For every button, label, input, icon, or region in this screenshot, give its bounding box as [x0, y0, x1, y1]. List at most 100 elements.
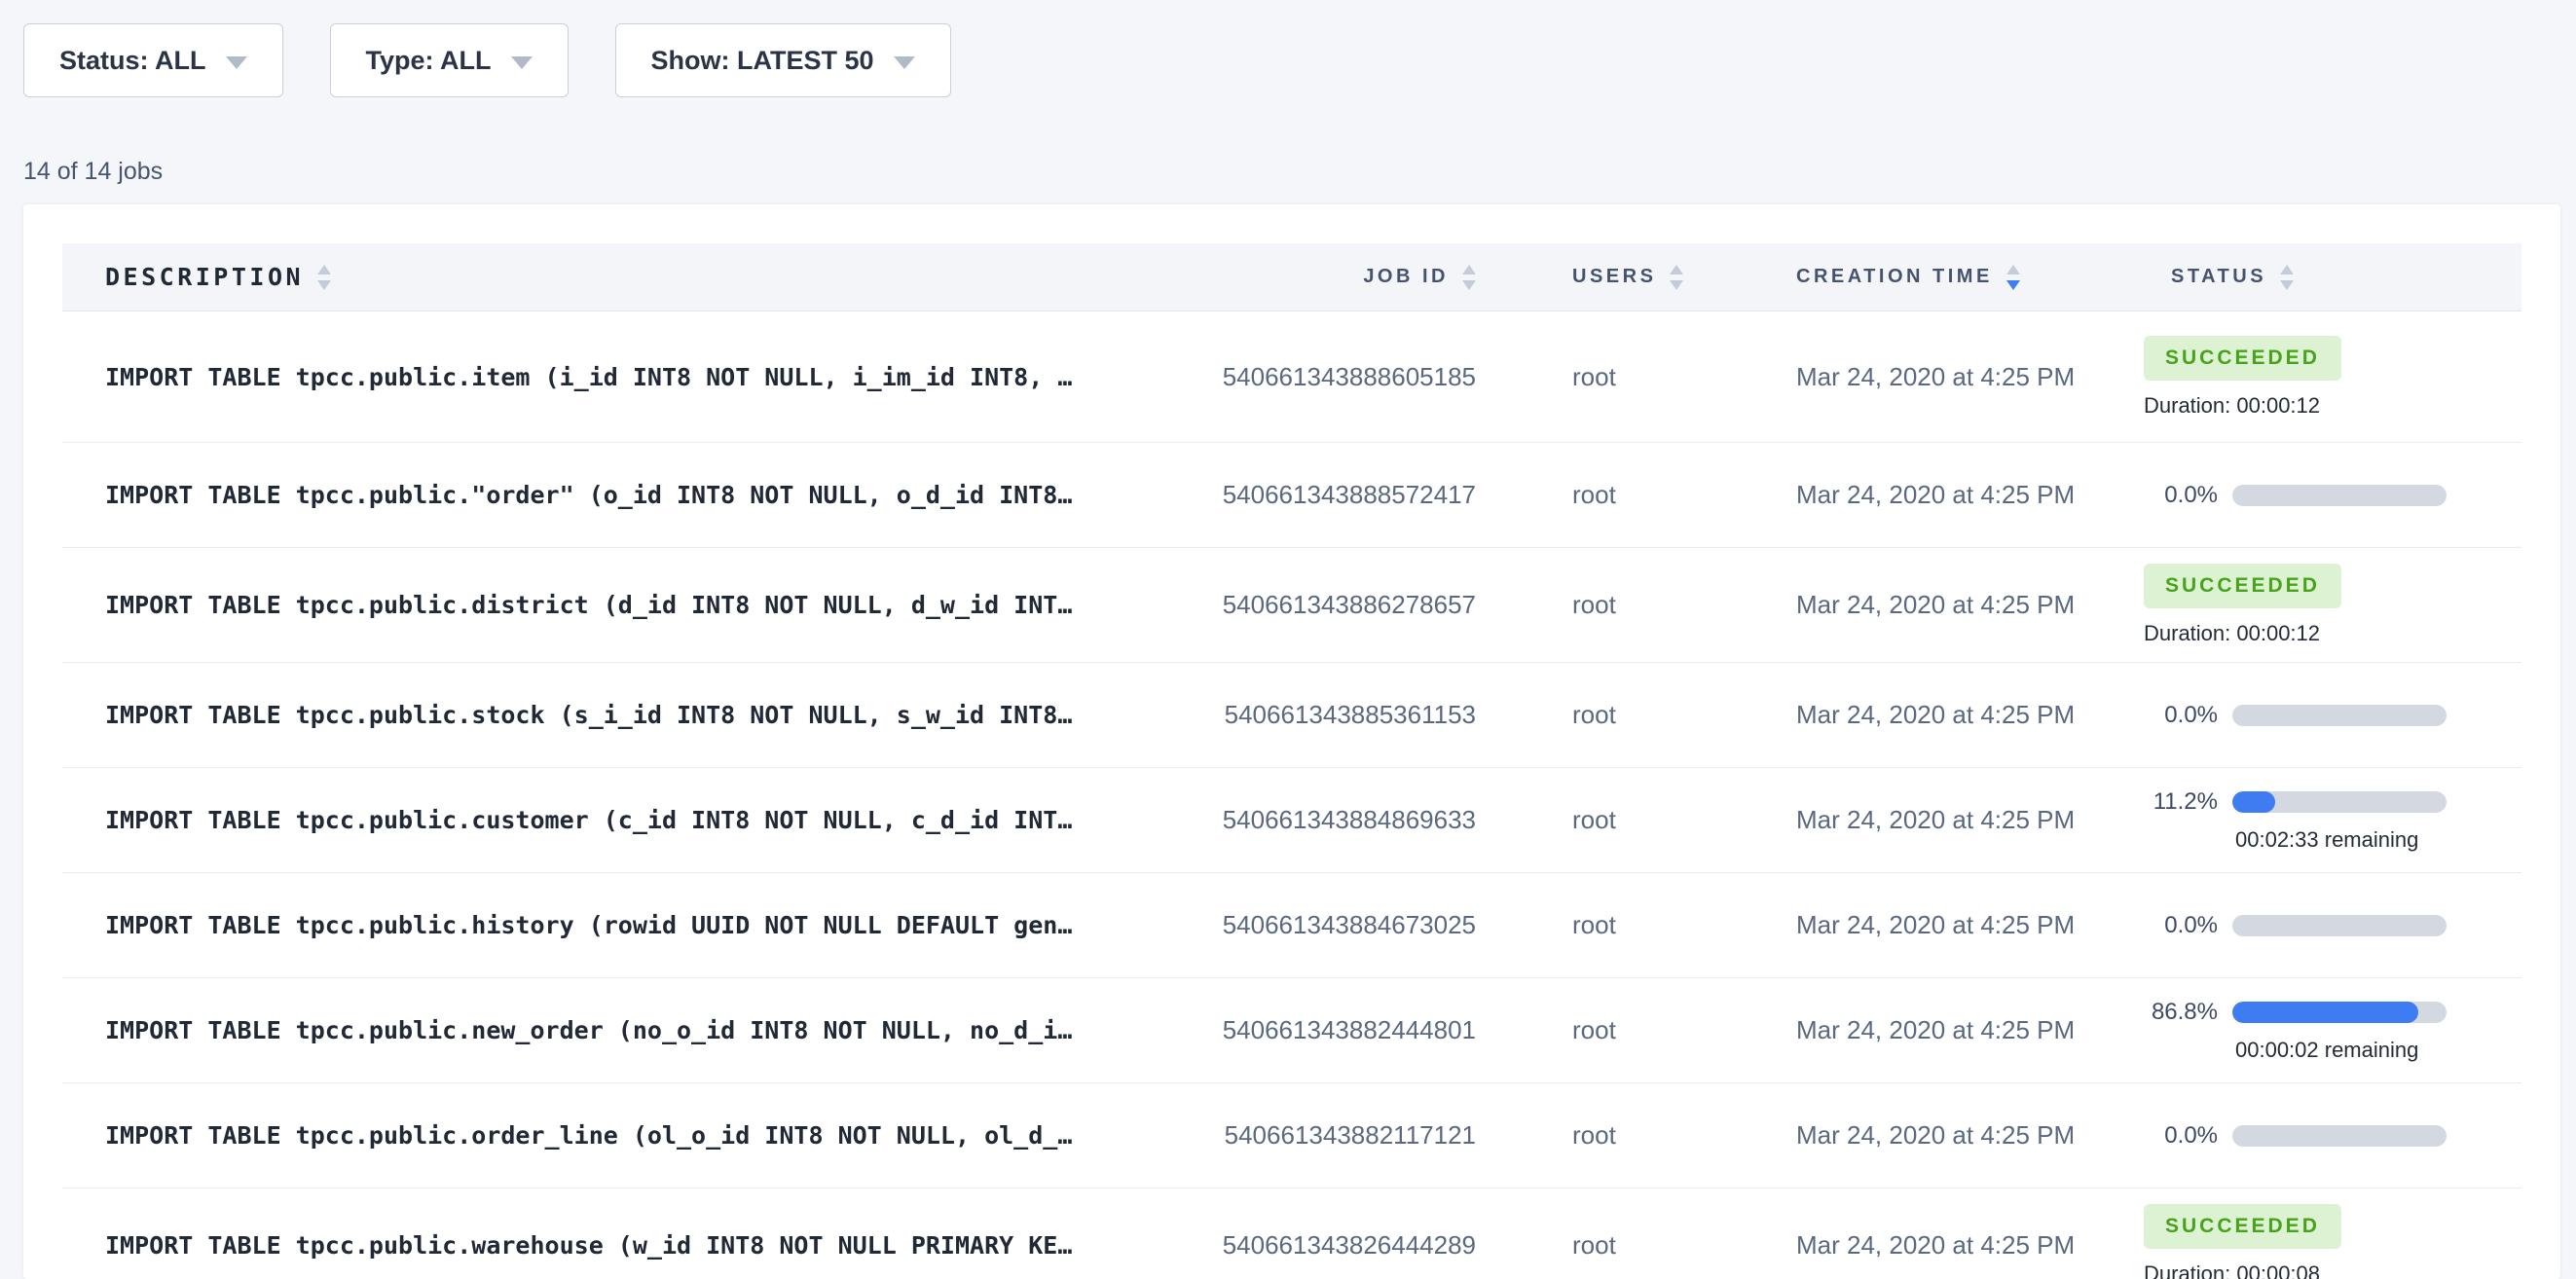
progress-bar [2232, 705, 2447, 726]
job-status: SUCCEEDED Duration: 00:00:12 [2144, 336, 2521, 419]
table-row: IMPORT TABLE tpcc.public.item (i_id INT8… [62, 311, 2521, 442]
status-filter-label: Status: ALL [59, 46, 206, 76]
job-description: IMPORT TABLE tpcc.public.order_line (ol_… [62, 1121, 1172, 1150]
job-description: IMPORT TABLE tpcc.public.customer (c_id … [62, 806, 1172, 834]
progress-percent: 11.2% [2144, 788, 2218, 816]
job-status: SUCCEEDED Duration: 00:00:12 [2144, 564, 2521, 646]
job-description: IMPORT TABLE tpcc.public.new_order (no_o… [62, 1016, 1172, 1044]
sort-icon [317, 265, 331, 290]
progress-percent: 0.0% [2144, 912, 2218, 939]
type-filter-dropdown[interactable]: Type: ALL [330, 23, 569, 97]
show-filter-label: Show: LATEST 50 [651, 46, 874, 76]
job-user: root [1476, 910, 1796, 940]
status-duration: Duration: 00:00:08 [2144, 1261, 2521, 1279]
progress-percent: 0.0% [2144, 482, 2218, 509]
column-label: JOB ID [1363, 266, 1449, 288]
job-status: 0.0% [2144, 482, 2521, 509]
chevron-down-icon [894, 56, 915, 69]
column-header-creation-time[interactable]: CREATION TIME [1796, 265, 2144, 290]
progress-percent: 86.8% [2144, 999, 2218, 1026]
job-id: 540661343882117121 [1172, 1120, 1476, 1151]
table-row: IMPORT TABLE tpcc.public.order_line (ol_… [62, 1082, 2521, 1188]
status-badge-succeeded: SUCCEEDED [2144, 336, 2341, 381]
show-filter-dropdown[interactable]: Show: LATEST 50 [615, 23, 951, 97]
progress-bar [2232, 485, 2447, 506]
status-badge-succeeded: SUCCEEDED [2144, 1204, 2341, 1249]
job-status: 11.2% 00:02:33 remaining [2144, 788, 2521, 853]
progress-time-remaining: 00:02:33 remaining [2235, 827, 2521, 853]
job-creation-time: Mar 24, 2020 at 4:25 PM [1796, 1015, 2144, 1045]
status-filter-dropdown[interactable]: Status: ALL [23, 23, 283, 97]
progress-time-remaining: 00:00:02 remaining [2235, 1038, 2521, 1063]
job-creation-time: Mar 24, 2020 at 4:25 PM [1796, 1120, 2144, 1151]
job-user: root [1476, 480, 1796, 510]
column-header-job-id[interactable]: JOB ID [1172, 265, 1476, 290]
job-status: 0.0% [2144, 702, 2521, 729]
job-description: IMPORT TABLE tpcc.public.history (rowid … [62, 911, 1172, 939]
table-row: IMPORT TABLE tpcc.public.stock (s_i_id I… [62, 662, 2521, 767]
table-row: IMPORT TABLE tpcc.public.warehouse (w_id… [62, 1188, 2521, 1279]
sort-icon [1670, 265, 1683, 290]
progress-bar [2232, 1002, 2447, 1023]
progress-bar [2232, 1125, 2447, 1147]
chevron-down-icon [226, 56, 247, 69]
job-status: 0.0% [2144, 1122, 2521, 1150]
job-user: root [1476, 1230, 1796, 1261]
status-badge-succeeded: SUCCEEDED [2144, 564, 2341, 608]
job-status: SUCCEEDED Duration: 00:00:08 [2144, 1204, 2521, 1279]
sort-icon [1462, 265, 1476, 290]
column-header-users[interactable]: USERS [1476, 265, 1796, 290]
jobs-count-summary: 14 of 14 jobs [23, 158, 163, 186]
job-description: IMPORT TABLE tpcc.public.district (d_id … [62, 591, 1172, 619]
job-creation-time: Mar 24, 2020 at 4:25 PM [1796, 480, 2144, 510]
column-label: USERS [1572, 266, 1656, 288]
job-user: root [1476, 1120, 1796, 1151]
job-creation-time: Mar 24, 2020 at 4:25 PM [1796, 590, 2144, 620]
job-user: root [1476, 700, 1796, 730]
filter-bar: Status: ALL Type: ALL Show: LATEST 50 [23, 23, 951, 97]
job-description: IMPORT TABLE tpcc.public.stock (s_i_id I… [62, 701, 1172, 729]
job-creation-time: Mar 24, 2020 at 4:25 PM [1796, 910, 2144, 940]
job-user: root [1476, 362, 1796, 392]
status-duration: Duration: 00:00:12 [2144, 393, 2521, 419]
progress-bar [2232, 791, 2447, 813]
job-status: 86.8% 00:00:02 remaining [2144, 999, 2521, 1063]
job-creation-time: Mar 24, 2020 at 4:25 PM [1796, 1230, 2144, 1261]
progress-percent: 0.0% [2144, 702, 2218, 729]
table-row: IMPORT TABLE tpcc.public.customer (c_id … [62, 767, 2521, 872]
jobs-page: Status: ALL Type: ALL Show: LATEST 50 14… [0, 0, 2576, 1279]
column-header-status[interactable]: STATUS [2144, 265, 2521, 290]
jobs-table-card: DESCRIPTION JOB ID USERS CREATION TIME S… [23, 204, 2560, 1279]
sort-icon [2280, 265, 2294, 290]
job-description: IMPORT TABLE tpcc.public.warehouse (w_id… [62, 1231, 1172, 1260]
job-description: IMPORT TABLE tpcc.public."order" (o_id I… [62, 481, 1172, 509]
progress-percent: 0.0% [2144, 1122, 2218, 1150]
job-id: 540661343826444289 [1172, 1230, 1476, 1261]
job-user: root [1476, 590, 1796, 620]
chevron-down-icon [511, 56, 533, 69]
job-creation-time: Mar 24, 2020 at 4:25 PM [1796, 362, 2144, 392]
job-id: 540661343884673025 [1172, 910, 1476, 940]
job-creation-time: Mar 24, 2020 at 4:25 PM [1796, 700, 2144, 730]
status-duration: Duration: 00:00:12 [2144, 621, 2521, 646]
column-label: STATUS [2171, 266, 2266, 288]
job-description: IMPORT TABLE tpcc.public.item (i_id INT8… [62, 363, 1172, 391]
job-id: 540661343882444801 [1172, 1015, 1476, 1045]
progress-bar [2232, 915, 2447, 936]
job-id: 540661343888572417 [1172, 480, 1476, 510]
table-row: IMPORT TABLE tpcc.public."order" (o_id I… [62, 442, 2521, 547]
job-user: root [1476, 1015, 1796, 1045]
column-label: DESCRIPTION [105, 263, 304, 291]
column-header-description[interactable]: DESCRIPTION [62, 263, 1172, 291]
job-id: 540661343886278657 [1172, 590, 1476, 620]
table-row: IMPORT TABLE tpcc.public.new_order (no_o… [62, 977, 2521, 1082]
job-id: 540661343884869633 [1172, 805, 1476, 835]
table-row: IMPORT TABLE tpcc.public.history (rowid … [62, 872, 2521, 977]
job-id: 540661343888605185 [1172, 362, 1476, 392]
sort-icon-active-desc [2006, 265, 2020, 290]
column-label: CREATION TIME [1796, 266, 1993, 288]
job-user: root [1476, 805, 1796, 835]
table-body: IMPORT TABLE tpcc.public.item (i_id INT8… [62, 311, 2521, 1279]
job-status: 0.0% [2144, 912, 2521, 939]
table-row: IMPORT TABLE tpcc.public.district (d_id … [62, 547, 2521, 662]
